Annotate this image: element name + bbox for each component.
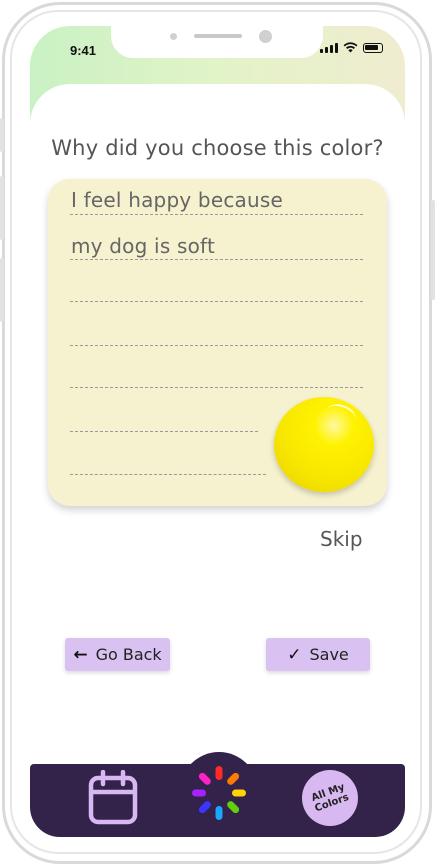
note-divider xyxy=(70,387,363,388)
wifi-icon xyxy=(343,42,358,53)
side-button xyxy=(431,200,435,300)
arrow-left-icon: ← xyxy=(73,644,88,665)
status-icons xyxy=(320,42,383,53)
skip-button[interactable]: Skip xyxy=(320,527,363,551)
all-my-colors-label: All My Colors xyxy=(309,781,351,815)
calendar-icon[interactable] xyxy=(88,770,138,826)
note-line-2[interactable]: my dog is soft xyxy=(71,234,215,258)
save-label: Save xyxy=(309,645,349,664)
note-divider xyxy=(70,214,363,215)
side-button xyxy=(0,176,4,240)
signal-icon xyxy=(320,42,338,53)
battery-icon xyxy=(363,43,383,53)
note-divider xyxy=(70,259,363,260)
save-button[interactable]: ✓ Save xyxy=(266,638,370,671)
note-divider xyxy=(70,301,363,302)
go-back-button[interactable]: ← Go Back xyxy=(65,638,170,671)
note-line-1[interactable]: I feel happy because xyxy=(71,188,283,212)
color-wheel-icon[interactable] xyxy=(186,760,252,826)
side-button xyxy=(0,118,4,152)
notch-sensor xyxy=(170,33,177,40)
note-divider xyxy=(70,431,258,432)
status-time: 9:41 xyxy=(70,43,97,58)
all-my-colors-button[interactable]: All My Colors xyxy=(302,770,358,826)
notch xyxy=(111,26,323,58)
selected-color-swatch xyxy=(274,397,374,492)
note-divider xyxy=(70,474,266,475)
notch-camera xyxy=(259,30,272,43)
notch-speaker xyxy=(194,34,242,38)
question-title: Why did you choose this color? xyxy=(51,136,384,160)
go-back-label: Go Back xyxy=(95,645,162,664)
note-divider xyxy=(70,345,363,346)
side-button xyxy=(0,258,4,322)
checkmark-icon: ✓ xyxy=(287,644,302,665)
